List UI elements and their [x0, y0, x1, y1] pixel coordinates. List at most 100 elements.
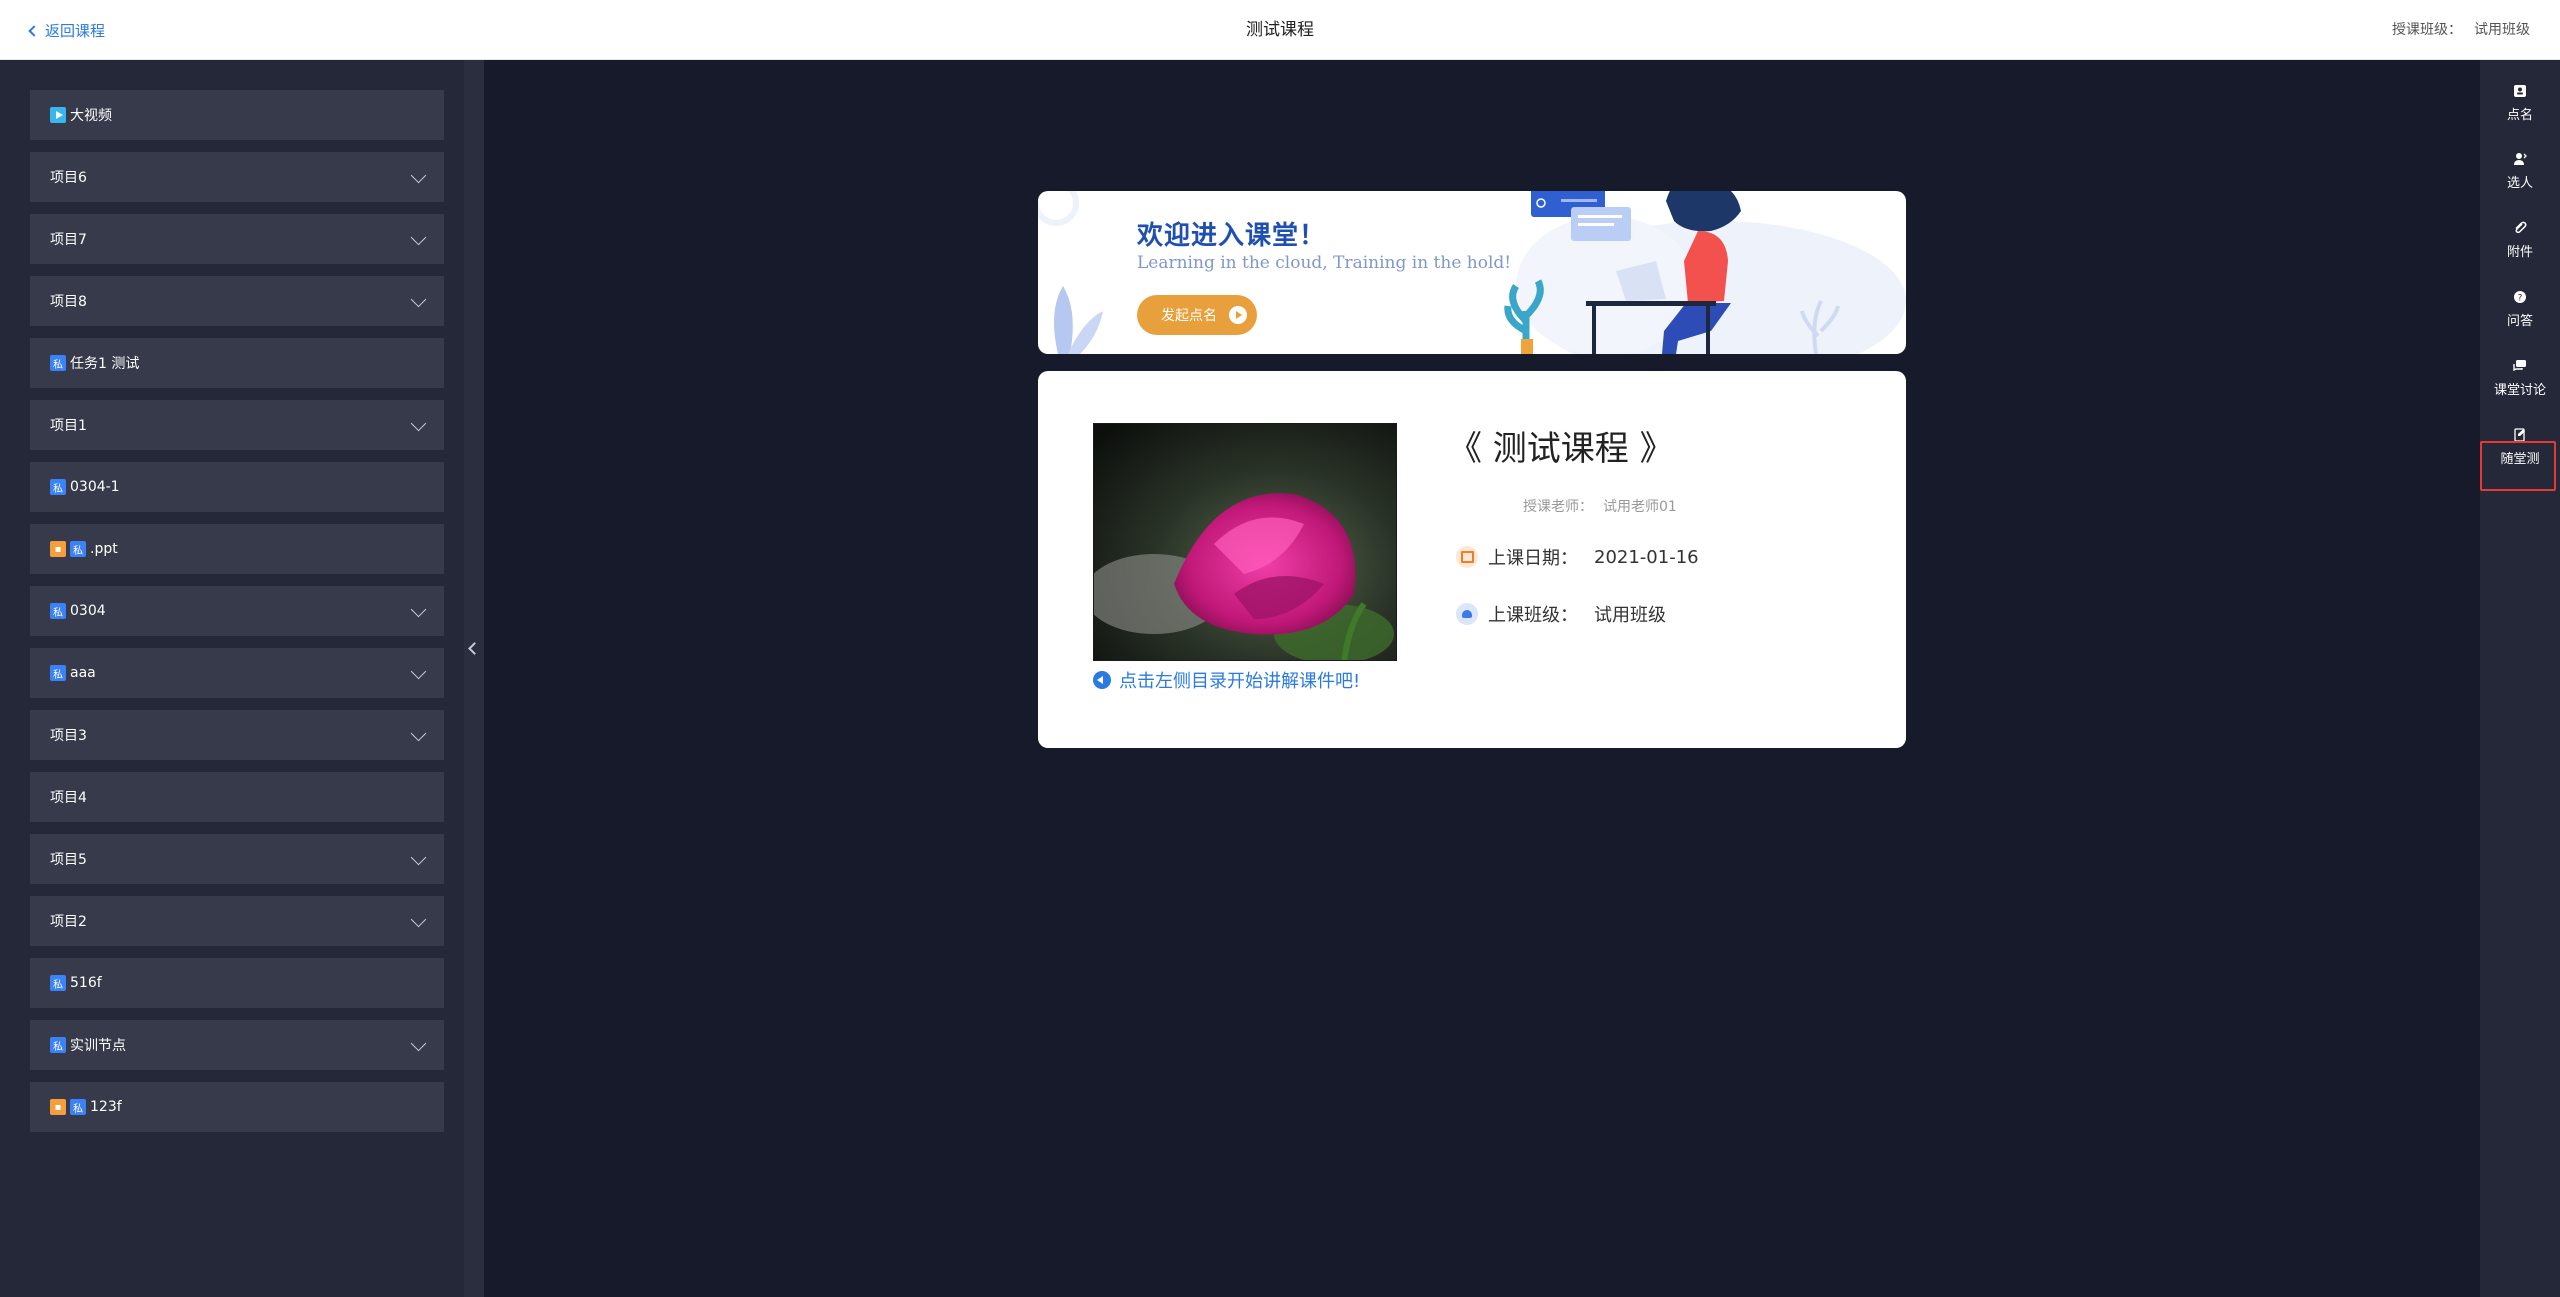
outline-item[interactable]: 私 aaa	[30, 648, 444, 698]
video-icon	[50, 107, 66, 123]
arrow-left-circle-icon	[1093, 671, 1111, 689]
class-info: 授课班级： 试用班级	[2392, 0, 2530, 60]
class-group-label: 上课班级：	[1488, 605, 1578, 626]
group-icon	[1456, 603, 1478, 625]
top-bar: 返回课程 测试课程 授课班级： 试用班级	[0, 0, 2560, 60]
course-info-card: 点击左侧目录开始讲解课件吧! 《 测试课程 》 授课老师： 试用老师01 上课日期…	[1038, 371, 1906, 748]
quiz-icon	[2513, 428, 2527, 442]
private-badge-icon: 私	[50, 479, 66, 495]
outline-item[interactable]: 项目8	[30, 276, 444, 326]
outline-item-label: 项目3	[50, 728, 87, 744]
outline-item-label: 任务1 测试	[70, 356, 140, 372]
private-badge-icon: 私	[50, 603, 66, 619]
class-date-label: 上课日期：	[1488, 548, 1578, 569]
outline-item-label: 项目8	[50, 294, 87, 310]
class-date-value: 2021-01-16	[1594, 546, 1699, 568]
private-badge-icon: 私	[70, 541, 86, 557]
banner-title: 欢迎进入课堂！	[1137, 221, 1327, 251]
outline-item[interactable]: ▪ 私 123f	[30, 1082, 444, 1132]
outline-item[interactable]: 私 0304	[30, 586, 444, 636]
roll-call-icon	[2513, 84, 2527, 98]
question-button[interactable]: ? 问答	[2480, 274, 2560, 338]
start-roll-call-label: 发起点名	[1161, 308, 1217, 324]
private-badge-icon: 私	[50, 665, 66, 681]
outline-item-label: 项目1	[50, 418, 87, 434]
private-badge-icon: 私	[50, 1037, 66, 1053]
outline-item-label: 0304	[70, 603, 106, 619]
play-circle-icon	[1229, 306, 1247, 324]
discussion-label: 课堂讨论	[2493, 383, 2546, 398]
discussion-icon	[2513, 359, 2527, 373]
outline-item-label: 123f	[90, 1099, 122, 1115]
chevron-down-icon	[410, 415, 427, 432]
roll-call-button[interactable]: 点名	[2480, 68, 2560, 132]
start-roll-call-button[interactable]: 发起点名	[1137, 295, 1257, 335]
course-name: 《 测试课程 》	[1448, 429, 1674, 469]
outline-item-label: 516f	[70, 975, 102, 991]
pick-person-icon	[2513, 152, 2527, 166]
ppt-file-icon: ▪	[50, 1099, 66, 1115]
chevron-down-icon	[410, 911, 427, 928]
quiz-highlight-box	[2480, 441, 2556, 491]
outline-item-label: 项目2	[50, 914, 87, 930]
teacher-value: 试用老师01	[1603, 499, 1677, 515]
outline-item[interactable]: 大视频	[30, 90, 444, 140]
classroom-tools-rail: 点名 选人 附件 ? 问答 课堂讨论 随堂测	[2480, 60, 2560, 1297]
outline-item-label: aaa	[70, 665, 96, 681]
private-badge-icon: 私	[50, 355, 66, 371]
welcome-banner: 欢迎进入课堂！ Learning in the cloud, Training …	[1038, 191, 1906, 354]
outline-item[interactable]: ▪ 私 .ppt	[30, 524, 444, 574]
outline-item[interactable]: 私 实训节点	[30, 1020, 444, 1070]
chevron-down-icon	[410, 601, 427, 618]
ppt-file-icon: ▪	[50, 541, 66, 557]
outline-item[interactable]: 项目1	[30, 400, 444, 450]
outline-item-label: 项目7	[50, 232, 87, 248]
outline-item-label: 实训节点	[70, 1038, 126, 1054]
attachment-label: 附件	[2506, 245, 2533, 260]
pick-person-label: 选人	[2506, 176, 2533, 191]
outline-item[interactable]: 私 516f	[30, 958, 444, 1008]
chevron-down-icon	[410, 663, 427, 680]
outline-item[interactable]: 项目2	[30, 896, 444, 946]
classroom-illustration	[1504, 191, 1906, 354]
outline-item-label: 0304-1	[70, 479, 120, 495]
start-lecture-hint-text: 点击左侧目录开始讲解课件吧!	[1119, 671, 1361, 692]
outline-item[interactable]: 项目7	[30, 214, 444, 264]
chevron-down-icon	[410, 1035, 427, 1052]
chevron-down-icon	[410, 849, 427, 866]
course-cover-image	[1093, 423, 1397, 661]
outline-item-label: 项目5	[50, 852, 87, 868]
sidebar-collapse-handle[interactable]	[464, 60, 484, 1297]
page-title: 测试课程	[1246, 20, 1314, 40]
attachment-icon	[2513, 221, 2527, 235]
chevron-down-icon	[410, 229, 427, 246]
class-date-row: 上课日期： 2021-01-16	[1456, 544, 1699, 570]
teacher-label: 授课老师：	[1523, 499, 1593, 515]
attachment-button[interactable]: 附件	[2480, 205, 2560, 269]
outline-item-label: 项目4	[50, 790, 87, 806]
pick-person-button[interactable]: 选人	[2480, 136, 2560, 200]
outline-item[interactable]: 项目4	[30, 772, 444, 822]
course-outline-sidebar: 大视频 项目6 项目7 项目8 私 任务1 测试 项目1 私 0304-1 ▪ …	[0, 60, 464, 1297]
question-label: 问答	[2506, 314, 2533, 329]
calendar-icon	[1456, 546, 1478, 568]
discussion-button[interactable]: 课堂讨论	[2480, 343, 2560, 407]
chevron-left-icon	[468, 642, 481, 655]
leaf-decoration	[1038, 191, 1103, 354]
chevron-down-icon	[410, 725, 427, 742]
outline-item[interactable]: 项目3	[30, 710, 444, 760]
teacher-info: 授课老师： 试用老师01	[1523, 496, 1677, 516]
class-value: 试用班级	[2474, 22, 2530, 38]
outline-item[interactable]: 私 0304-1	[30, 462, 444, 512]
chevron-down-icon	[410, 167, 427, 184]
class-group-value: 试用班级	[1594, 605, 1666, 626]
svg-text:?: ?	[2518, 294, 2523, 304]
outline-item-label: 大视频	[70, 108, 112, 124]
outline-item[interactable]: 项目5	[30, 834, 444, 884]
start-lecture-hint[interactable]: 点击左侧目录开始讲解课件吧!	[1093, 667, 1360, 693]
outline-item[interactable]: 项目6	[30, 152, 444, 202]
outline-item-label: .ppt	[90, 541, 118, 557]
outline-item[interactable]: 私 任务1 测试	[30, 338, 444, 388]
banner-subtitle: Learning in the cloud, Training in the h…	[1137, 253, 1512, 273]
private-badge-icon: 私	[70, 1099, 86, 1115]
